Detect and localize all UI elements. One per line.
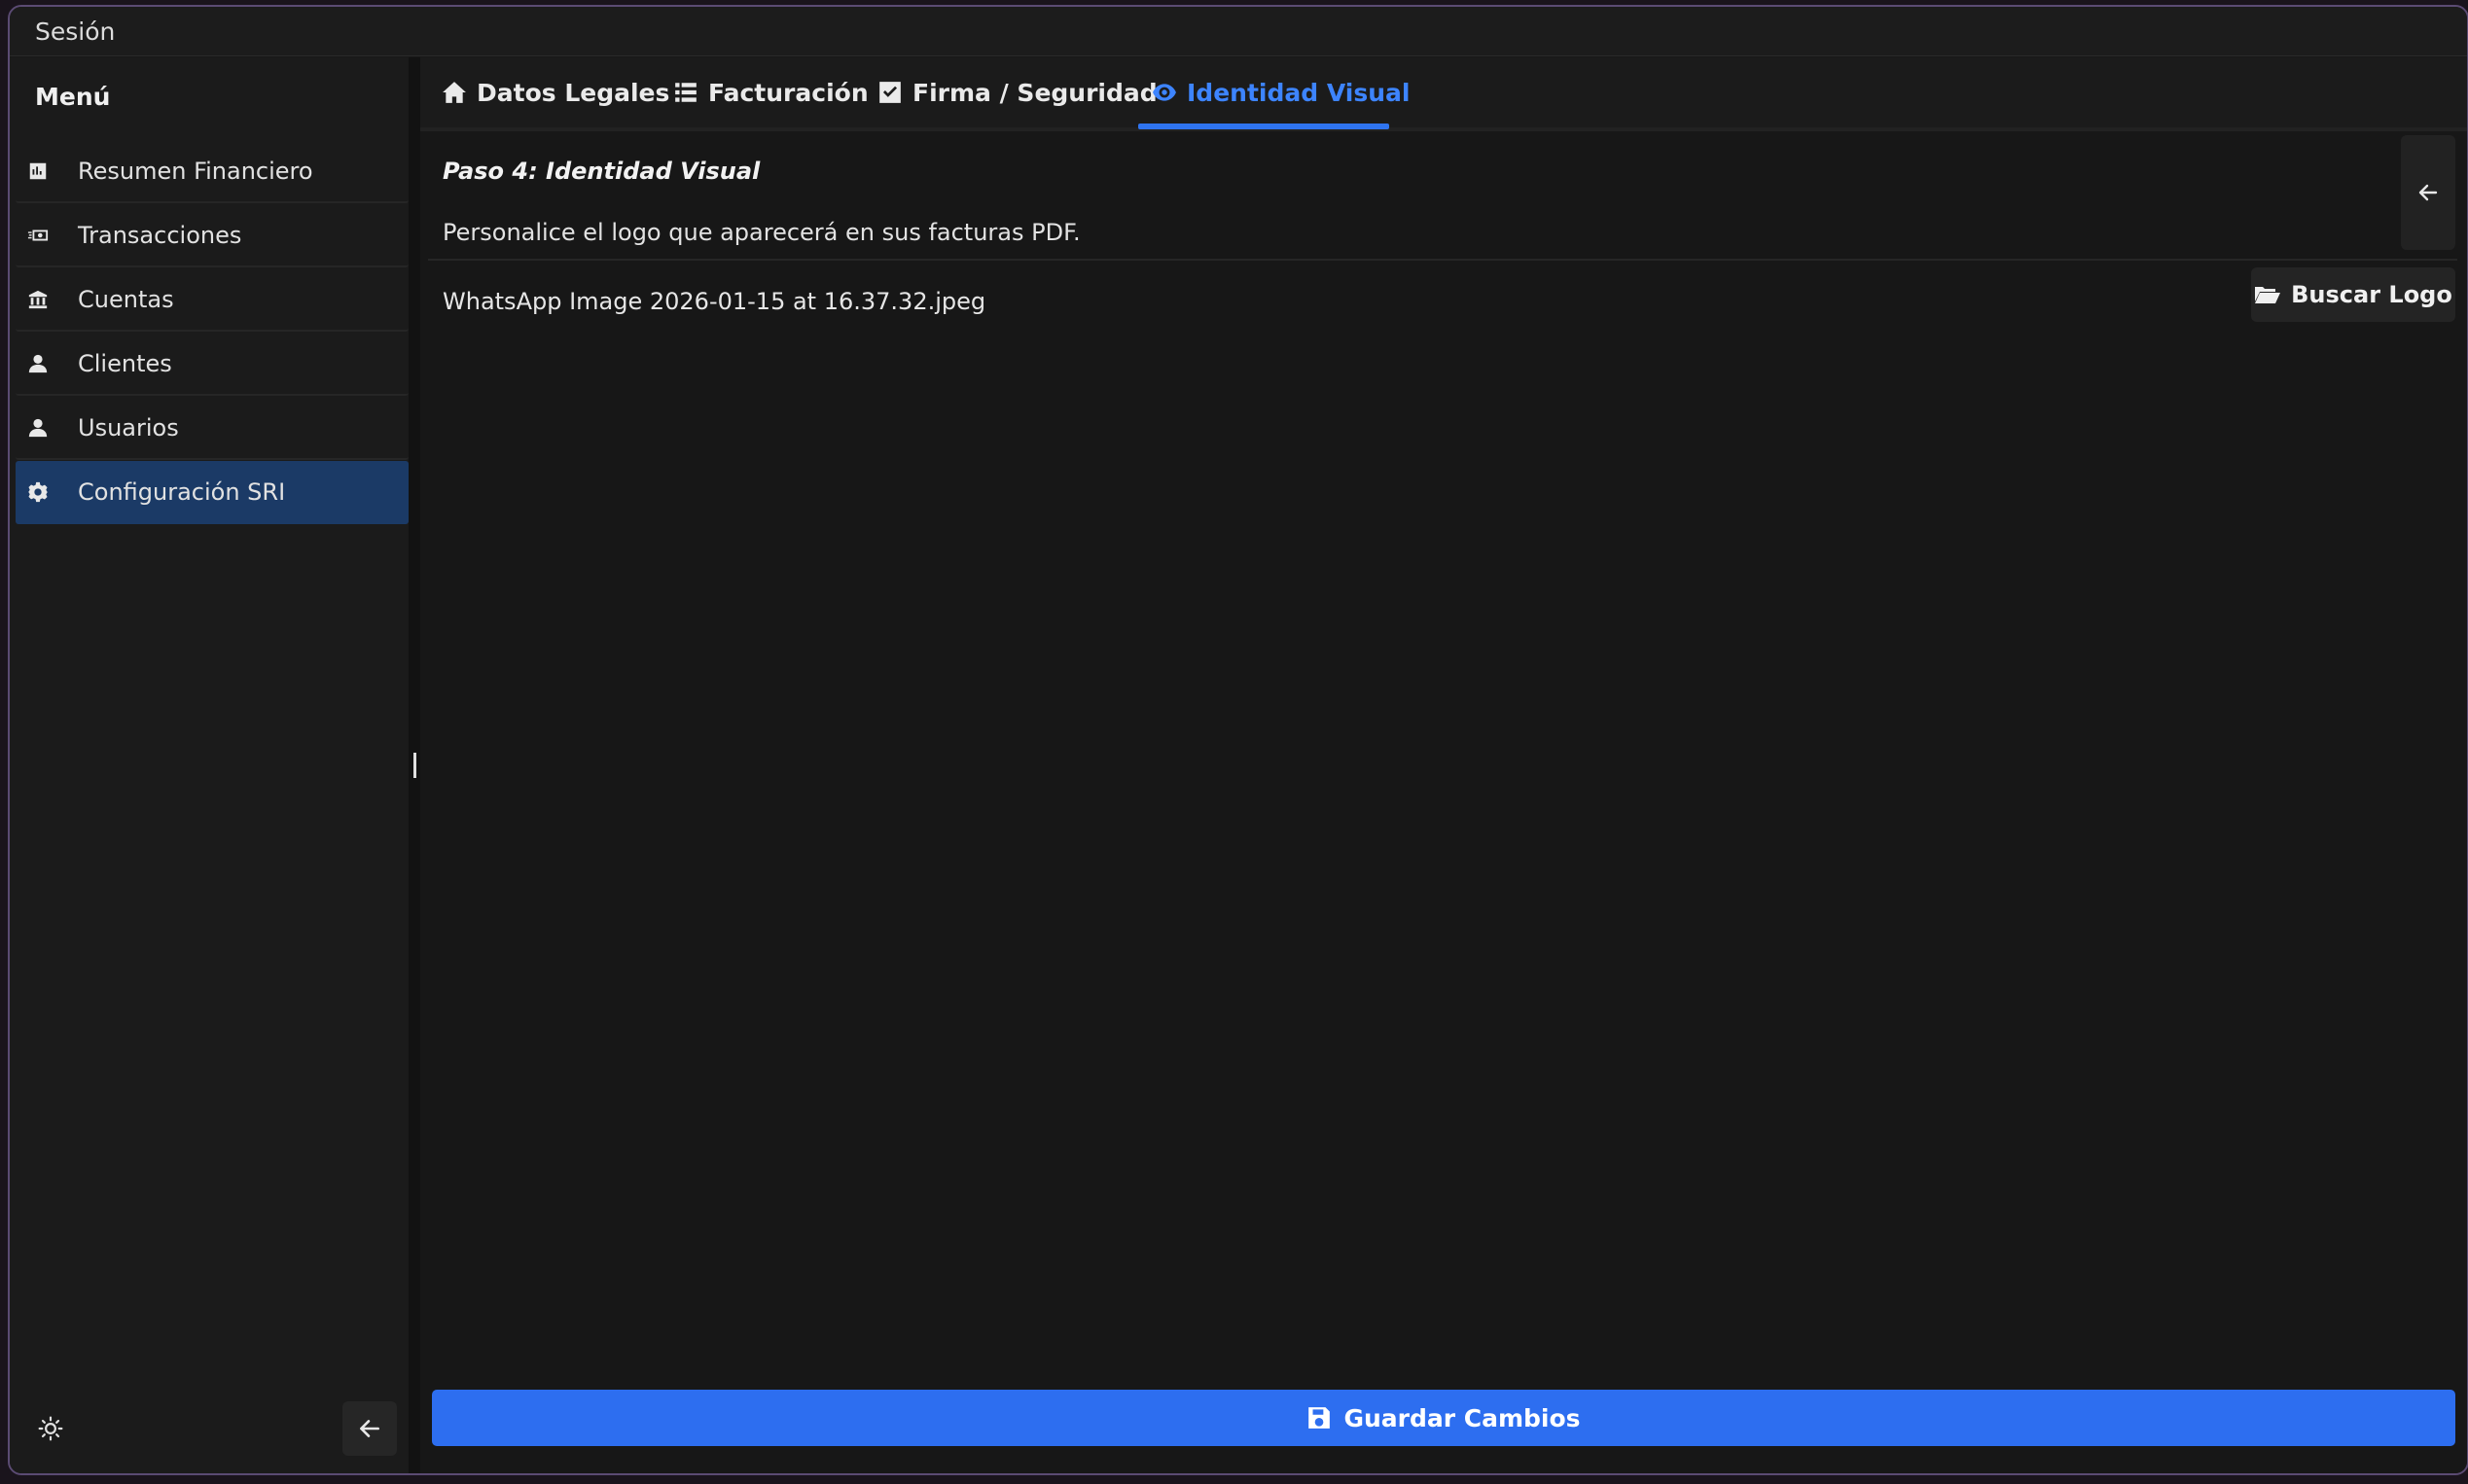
side-collapse-button[interactable]	[2401, 135, 2455, 250]
save-changes-label: Guardar Cambios	[1343, 1403, 1581, 1432]
sidebar-item-resumen-financiero[interactable]: Resumen Financiero	[16, 140, 409, 203]
gear-icon	[27, 481, 49, 503]
sidebar-title: Menú	[35, 83, 111, 111]
user-icon	[27, 353, 49, 374]
tab-facturacion[interactable]: Facturación	[673, 57, 869, 127]
theme-toggle-button[interactable]	[33, 1411, 68, 1446]
tab-label: Datos Legales	[477, 78, 670, 107]
tab-bar: Datos Legales Facturación Firma / Seguri…	[420, 57, 2467, 131]
checkbox-icon	[879, 82, 901, 103]
splitter-handle[interactable]	[413, 753, 416, 778]
menubar: Sesión	[10, 7, 2467, 56]
main-panel: Datos Legales Facturación Firma / Seguri…	[420, 57, 2467, 1473]
step-description: Personalice el logo que aparecerá en sus…	[443, 219, 1081, 246]
sidebar-item-label: Transacciones	[78, 221, 242, 249]
sidebar-item-clientes[interactable]: Clientes	[16, 333, 409, 396]
arrow-left-icon	[2418, 184, 2438, 201]
tab-identidad-visual[interactable]: Identidad Visual	[1152, 57, 1410, 127]
bank-icon	[27, 289, 49, 310]
eye-icon	[1153, 84, 1176, 101]
tab-label: Firma / Seguridad	[912, 78, 1158, 107]
save-changes-button[interactable]: Guardar Cambios	[432, 1390, 2455, 1446]
sidebar-item-usuarios[interactable]: Usuarios	[16, 397, 409, 460]
bar-chart-icon	[27, 160, 49, 182]
home-icon	[443, 82, 466, 103]
browse-logo-button[interactable]: Buscar Logo	[2251, 267, 2455, 322]
selected-logo-filename: WhatsApp Image 2026-01-15 at 16.37.32.jp…	[443, 288, 986, 315]
arrow-left-icon	[360, 1420, 379, 1437]
browse-logo-label: Buscar Logo	[2291, 281, 2452, 308]
sidebar-item-label: Usuarios	[78, 413, 179, 442]
sidebar-item-label: Clientes	[78, 349, 172, 377]
sidebar-item-cuentas[interactable]: Cuentas	[16, 268, 409, 332]
tab-firma-seguridad[interactable]: Firma / Seguridad	[877, 57, 1158, 127]
sidebar-item-label: Cuentas	[78, 285, 174, 313]
save-icon	[1308, 1407, 1331, 1429]
tab-datos-legales[interactable]: Datos Legales	[442, 57, 669, 127]
sidebar-splitter[interactable]	[409, 57, 420, 1473]
app-window: Sesión Menú Resumen Financiero Transacci…	[8, 5, 2468, 1475]
session-menu[interactable]: Sesión	[35, 18, 115, 46]
sidebar: Menú Resumen Financiero Transacciones Cu…	[10, 57, 409, 1473]
sidebar-nav: Resumen Financiero Transacciones Cuentas…	[16, 140, 409, 525]
active-tab-indicator	[1138, 124, 1389, 129]
tab-label: Identidad Visual	[1187, 78, 1411, 107]
sidebar-item-label: Configuración SRI	[78, 477, 286, 506]
folder-open-icon	[2255, 287, 2281, 303]
sun-icon	[38, 1416, 63, 1441]
divider	[428, 259, 2457, 261]
step-title: Paso 4: Identidad Visual	[443, 158, 761, 185]
list-icon	[675, 83, 697, 102]
sidebar-item-transacciones[interactable]: Transacciones	[16, 204, 409, 267]
user-icon	[27, 417, 49, 439]
sidebar-item-configuracion-sri[interactable]: Configuración SRI	[16, 461, 409, 524]
collapse-sidebar-button[interactable]	[342, 1401, 397, 1456]
money-icon	[27, 225, 49, 246]
sidebar-item-label: Resumen Financiero	[78, 157, 313, 185]
tab-label: Facturación	[708, 78, 869, 107]
